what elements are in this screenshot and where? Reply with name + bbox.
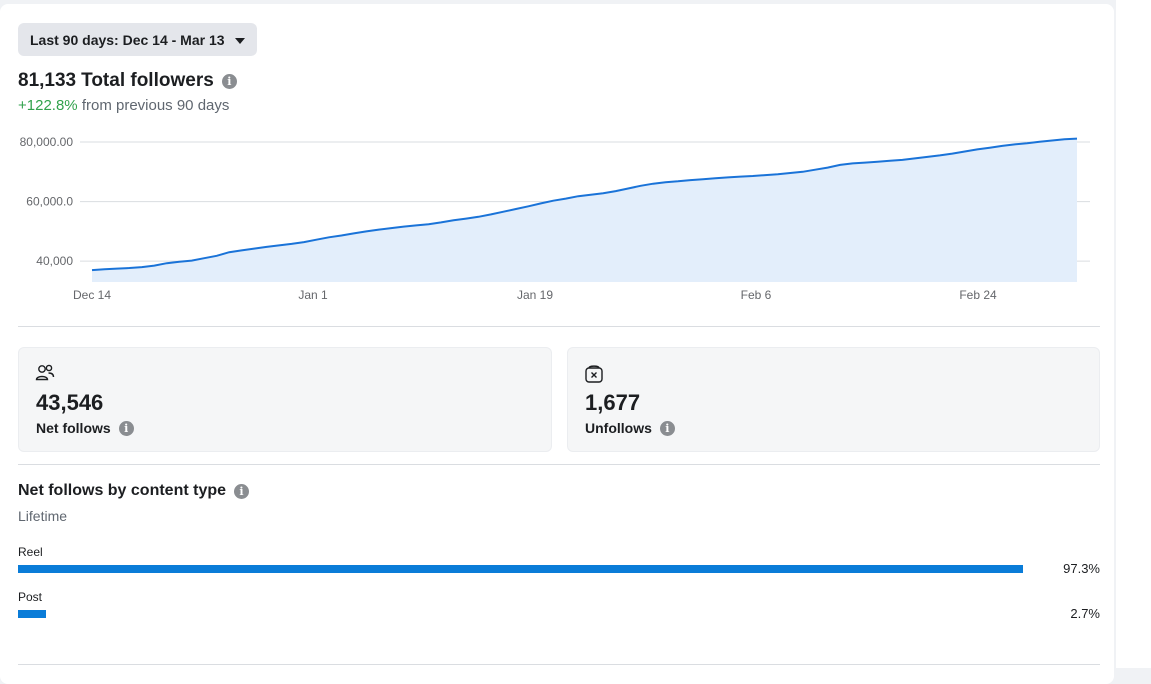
date-range-dropdown[interactable]: Last 90 days: Dec 14 - Mar 13 — [18, 23, 257, 56]
insights-card: Last 90 days: Dec 14 - Mar 13 81,133 Tot… — [0, 4, 1114, 684]
net-follows-card: 43,546 Net follows i — [18, 347, 552, 452]
info-icon[interactable]: i — [234, 483, 250, 499]
reel-bar-track — [18, 565, 1051, 573]
date-range-label: Last 90 days: Dec 14 - Mar 13 — [30, 31, 225, 48]
x-tick-label: Dec 14 — [73, 288, 111, 302]
unfollows-label-row: Unfollows i — [585, 420, 675, 436]
info-icon[interactable]: i — [659, 420, 675, 436]
followers-area-chart: 40,000 60,000.0 80,000.00 Dec 14 Jan 1 Jan 1… — [20, 135, 1090, 302]
y-tick-label: 60,000.0 — [26, 195, 73, 209]
people-icon — [35, 364, 55, 381]
caret-down-icon — [234, 37, 245, 44]
x-tick-label: Jan 1 — [298, 288, 328, 302]
change-text: from previous 90 days — [81, 97, 230, 114]
net-follows-label-row: Net follows i — [36, 420, 134, 436]
x-tick-label: Feb 6 — [741, 288, 772, 302]
info-icon[interactable]: i — [221, 73, 237, 89]
net-follows-value: 43,546 — [36, 390, 104, 415]
x-tick-label: Jan 19 — [517, 288, 553, 302]
x-tick-label: Feb 24 — [959, 288, 997, 302]
post-label: Post — [18, 590, 43, 604]
followers-change: +122.8% from previous 90 days — [18, 97, 229, 114]
y-tick-label: 80,000.00 — [20, 135, 74, 149]
info-icon[interactable]: i — [118, 420, 134, 436]
reel-percent: 97.3% — [1063, 561, 1100, 576]
divider — [18, 464, 1100, 465]
y-tick-label: 40,000 — [36, 254, 73, 268]
change-value: +122.8% — [18, 97, 78, 114]
content-type-title-row: Net follows by content type i — [18, 482, 250, 500]
post-bar — [18, 610, 46, 618]
unfollows-value: 1,677 — [585, 390, 641, 415]
total-followers-heading: 81,133 Total followers i — [18, 70, 237, 92]
followers-area — [92, 138, 1077, 282]
unfollows-card: 1,677 Unfollows i — [567, 347, 1100, 452]
unfollows-label: Unfollows — [585, 420, 652, 436]
total-followers-value: 81,133 — [18, 70, 77, 91]
post-bar-track — [18, 610, 1051, 618]
post-percent: 2.7% — [1070, 606, 1100, 621]
total-followers-label: Total followers — [81, 70, 214, 91]
content-type-subtitle: Lifetime — [18, 508, 68, 524]
content-type-title: Net follows by content type — [18, 482, 227, 499]
unfollow-icon — [585, 365, 603, 383]
net-follows-label: Net follows — [36, 420, 111, 436]
reel-bar — [18, 565, 1024, 573]
reel-label: Reel — [18, 545, 43, 559]
divider — [18, 326, 1100, 327]
divider — [18, 664, 1100, 665]
right-panel-edge — [1116, 0, 1151, 668]
